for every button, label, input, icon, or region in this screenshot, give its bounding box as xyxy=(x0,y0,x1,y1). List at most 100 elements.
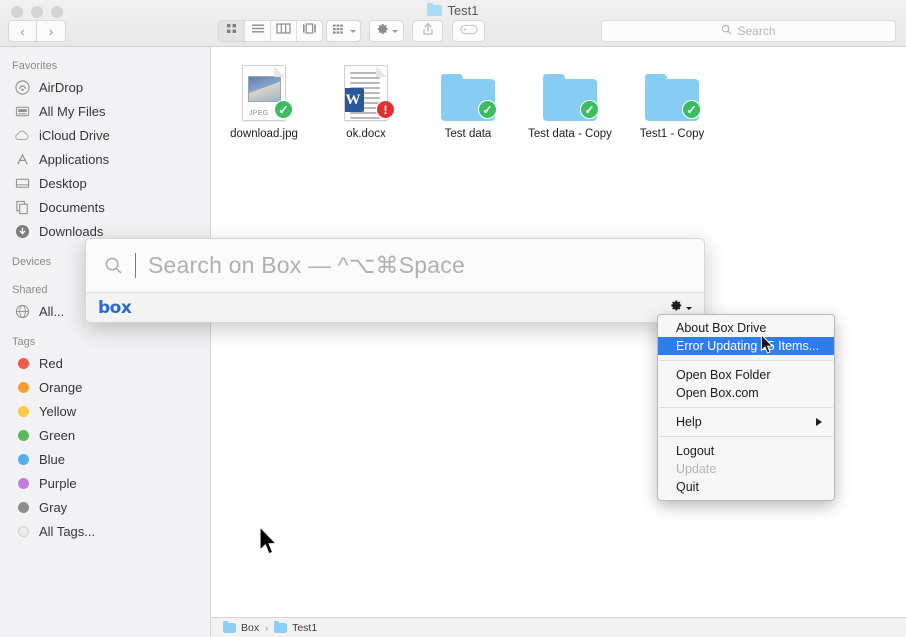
menu-item-label: Open Box Folder xyxy=(676,368,771,382)
finder-window: Test1 ‹ › Search Favorites AirDrop All M… xyxy=(0,0,906,637)
search-placeholder: Search xyxy=(737,24,776,38)
menu-item-error-updating[interactable]: Error Updating 15 Items... xyxy=(658,337,834,355)
sidebar-item-label: Blue xyxy=(39,451,66,467)
sidebar-item-label: iCloud Drive xyxy=(39,127,110,143)
file-item[interactable]: ✓ Test1 - Copy xyxy=(637,59,707,140)
sidebar-item-label: Documents xyxy=(39,199,105,215)
sidebar-tag-blue[interactable]: Blue xyxy=(0,447,210,471)
search-field[interactable]: Search xyxy=(601,20,896,42)
file-item[interactable]: ✓ Test data - Copy xyxy=(528,59,612,140)
menu-item-label: About Box Drive xyxy=(676,321,767,335)
sidebar-item-airdrop[interactable]: AirDrop xyxy=(0,75,210,99)
tag-dot-icon xyxy=(14,379,30,395)
back-button[interactable]: ‹ xyxy=(8,20,37,42)
view-mode-group xyxy=(218,20,323,42)
sidebar-item-label: Yellow xyxy=(39,403,77,419)
arrange-button[interactable] xyxy=(326,20,361,42)
menu-item-logout[interactable]: Logout xyxy=(658,442,834,460)
forward-button[interactable]: › xyxy=(37,20,66,42)
menu-item-label: Quit xyxy=(676,480,699,494)
sidebar-item-label: All Tags... xyxy=(39,523,96,539)
arrange-icon xyxy=(332,22,347,40)
menu-separator xyxy=(659,407,833,408)
share-button[interactable] xyxy=(412,20,443,42)
breadcrumb-item-box[interactable]: Box xyxy=(223,620,260,634)
grid-icon xyxy=(225,22,238,40)
tag-dot-icon xyxy=(14,499,30,515)
sidebar-item-all-my-files[interactable]: All My Files xyxy=(0,99,210,123)
tag-dot-icon xyxy=(14,427,30,443)
menu-item-label: Help xyxy=(676,415,702,429)
sync-ok-badge: ✓ xyxy=(274,100,293,119)
sync-ok-badge: ✓ xyxy=(478,100,497,119)
sidebar-item-label: Green xyxy=(39,427,76,443)
desktop-icon xyxy=(14,175,30,191)
box-search-row[interactable]: Search on Box — ^⌥⌘Space xyxy=(86,239,704,293)
sidebar-item-label: Desktop xyxy=(39,175,87,191)
sidebar-item-applications[interactable]: Applications xyxy=(0,147,210,171)
sidebar-tag-green[interactable]: Green xyxy=(0,423,210,447)
menu-item-open-box-folder[interactable]: Open Box Folder xyxy=(658,366,834,384)
menu-item-update: Update xyxy=(658,460,834,478)
share-icon xyxy=(422,22,434,41)
folder-icon xyxy=(223,620,236,633)
breadcrumb-item-test1[interactable]: Test1 xyxy=(274,620,318,634)
all-my-files-icon xyxy=(14,103,30,119)
gallery-view-button[interactable] xyxy=(297,21,322,41)
documents-icon xyxy=(14,199,30,215)
columns-icon xyxy=(276,22,291,40)
tag-dot-icon xyxy=(14,355,30,371)
sidebar-item-desktop[interactable]: Desktop xyxy=(0,171,210,195)
breadcrumb-label: Box xyxy=(241,621,260,634)
mouse-cursor xyxy=(258,525,280,563)
folder-icon xyxy=(274,620,288,633)
chevron-down-icon xyxy=(349,29,356,33)
menu-item-quit[interactable]: Quit xyxy=(658,478,834,496)
sync-error-badge: ! xyxy=(376,100,395,119)
file-icon-wrap: JPEG ✓ xyxy=(232,59,296,121)
file-item[interactable]: W ! ok.docx xyxy=(331,59,401,140)
window-title-text: Test1 xyxy=(447,3,479,18)
sidebar-tag-yellow[interactable]: Yellow xyxy=(0,399,210,423)
box-context-menu: About Box Drive Error Updating 15 Items.… xyxy=(657,314,835,501)
downloads-icon xyxy=(14,223,30,239)
sidebar-tag-all-tags[interactable]: All Tags... xyxy=(0,519,210,543)
tag-button[interactable] xyxy=(452,20,485,42)
breadcrumb-label: Test1 xyxy=(292,621,318,634)
sidebar-tag-gray[interactable]: Gray xyxy=(0,495,210,519)
menu-item-open-box-com[interactable]: Open Box.com xyxy=(658,384,834,402)
file-name: Test1 - Copy xyxy=(639,128,705,140)
chevron-down-icon xyxy=(686,306,692,310)
file-icon-wrap: W ! xyxy=(334,59,398,121)
menu-item-about-box-drive[interactable]: About Box Drive xyxy=(658,319,834,337)
image-thumbnail xyxy=(248,76,281,102)
file-item[interactable]: ✓ Test data xyxy=(433,59,503,140)
sync-ok-badge: ✓ xyxy=(580,100,599,119)
box-search-overlay: Search on Box — ^⌥⌘Space box xyxy=(85,238,705,323)
file-name: download.jpg xyxy=(230,128,298,140)
sidebar-item-label: All... xyxy=(39,303,65,319)
sidebar-section-tags-header: Tags xyxy=(12,336,36,348)
sidebar-tag-red[interactable]: Red xyxy=(0,351,210,375)
list-view-button[interactable] xyxy=(245,21,271,41)
menu-item-help[interactable]: Help xyxy=(658,413,834,431)
sidebar-tag-purple[interactable]: Purple xyxy=(0,471,210,495)
file-item[interactable]: JPEG ✓ download.jpg xyxy=(229,59,299,140)
airdrop-icon xyxy=(14,79,30,95)
sidebar-item-documents[interactable]: Documents xyxy=(0,195,210,219)
file-name: Test data xyxy=(444,128,492,140)
icon-view-button[interactable] xyxy=(219,21,245,41)
file-grid: JPEG ✓ download.jpg W ! ok.docx ✓ Test d… xyxy=(211,47,906,140)
action-button[interactable] xyxy=(369,20,404,42)
text-caret xyxy=(135,253,136,278)
file-icon-wrap: ✓ xyxy=(436,59,500,121)
breadcrumb: Box › Test1 xyxy=(211,617,906,637)
title-bar: Test1 ‹ › Search xyxy=(0,0,906,47)
tag-dot-icon xyxy=(14,475,30,491)
sidebar-tag-orange[interactable]: Orange xyxy=(0,375,210,399)
navigation-buttons: ‹ › xyxy=(8,20,66,42)
column-view-button[interactable] xyxy=(271,21,297,41)
sidebar-item-label: Downloads xyxy=(39,223,104,239)
tag-dot-icon xyxy=(14,451,30,467)
sidebar-item-icloud-drive[interactable]: iCloud Drive xyxy=(0,123,210,147)
